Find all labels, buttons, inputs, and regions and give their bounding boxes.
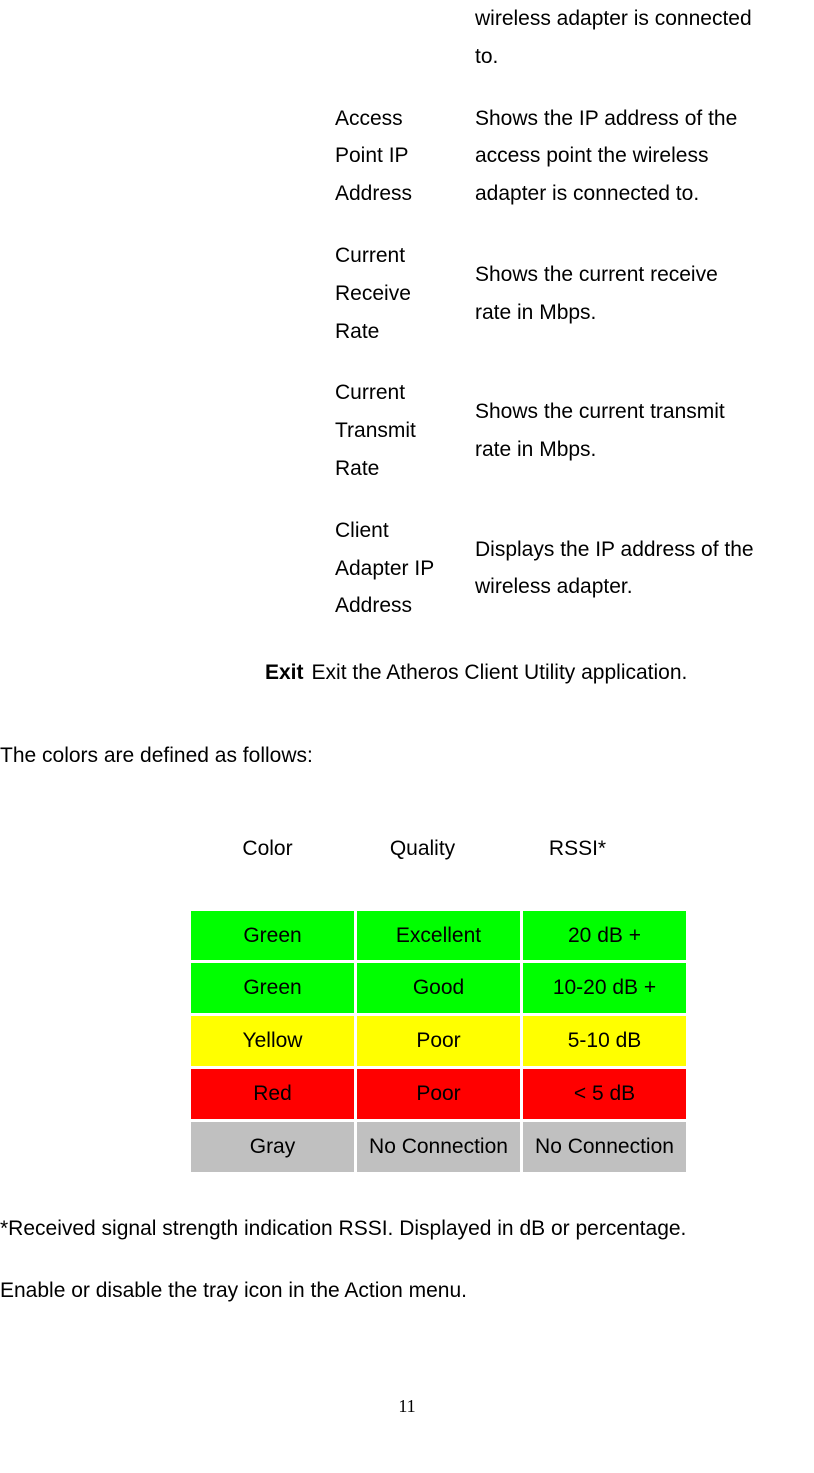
color-table-row: RedPoor< 5 dB	[191, 1069, 686, 1119]
definition-label: Client Adapter IP Address	[335, 512, 475, 649]
color-table-row: GreenGood10-20 dB +	[191, 963, 686, 1013]
page-number: 11	[0, 1390, 814, 1422]
definition-description: Shows the current transmit rate in Mbps.	[475, 374, 755, 511]
color-table-cell-color: Yellow	[191, 1016, 354, 1066]
color-table-row: GreenExcellent20 dB +	[191, 911, 686, 961]
color-table-cell-quality: Poor	[357, 1016, 520, 1066]
definition-description: Shows the IP address of the access point…	[475, 100, 755, 237]
definition-row-partial: wireless adapter is connected to.	[335, 0, 755, 100]
definition-row-tx-rate: Current Transmit Rate Shows the current …	[335, 374, 755, 511]
color-table-cell-color: Green	[191, 963, 354, 1013]
definition-table: wireless adapter is connected to. Access…	[335, 0, 755, 649]
colors-intro-text: The colors are defined as follows:	[0, 737, 814, 775]
color-table-header-row: Color Quality RSSI*	[190, 830, 814, 868]
color-table-cell-rssi: No Connection	[523, 1122, 686, 1172]
color-table-cell-rssi: < 5 dB	[523, 1069, 686, 1119]
color-table-cell-rssi: 20 dB +	[523, 911, 686, 961]
definition-label: Current Transmit Rate	[335, 374, 475, 511]
definition-description: Displays the IP address of the wireless …	[475, 512, 755, 649]
definition-description: Shows the current receive rate in Mbps.	[475, 237, 755, 374]
color-table-cell-rssi: 10-20 dB +	[523, 963, 686, 1013]
exit-description: Exit the Atheros Client Utility applicat…	[312, 654, 752, 692]
color-table-cell-quality: No Connection	[357, 1122, 520, 1172]
color-table-cell-quality: Poor	[357, 1069, 520, 1119]
definition-label: Current Receive Rate	[335, 237, 475, 374]
definition-label: Access Point IP Address	[335, 100, 475, 237]
exit-row: Exit Exit the Atheros Client Utility app…	[265, 654, 814, 692]
color-table: GreenExcellent20 dB +GreenGood10-20 dB +…	[188, 908, 689, 1175]
definition-label	[335, 0, 475, 100]
color-table-cell-quality: Good	[357, 963, 520, 1013]
color-table-header-rssi: RSSI*	[500, 830, 655, 868]
color-table-cell-color: Red	[191, 1069, 354, 1119]
exit-label: Exit	[265, 654, 304, 692]
color-table-cell-quality: Excellent	[357, 911, 520, 961]
color-table-header-color: Color	[190, 830, 345, 868]
definition-row-rx-rate: Current Receive Rate Shows the current r…	[335, 237, 755, 374]
color-table-cell-color: Gray	[191, 1122, 354, 1172]
rssi-footnote: *Received signal strength indication RSS…	[0, 1210, 814, 1248]
definition-description: wireless adapter is connected to.	[475, 0, 755, 100]
color-table-cell-rssi: 5-10 dB	[523, 1016, 686, 1066]
color-table-row: YellowPoor5-10 dB	[191, 1016, 686, 1066]
definition-row-ap-ip: Access Point IP Address Shows the IP add…	[335, 100, 755, 237]
color-table-row: GrayNo ConnectionNo Connection	[191, 1122, 686, 1172]
color-table-header-quality: Quality	[345, 830, 500, 868]
definition-row-client-ip: Client Adapter IP Address Displays the I…	[335, 512, 755, 649]
action-menu-note: Enable or disable the tray icon in the A…	[0, 1272, 814, 1310]
color-table-cell-color: Green	[191, 911, 354, 961]
